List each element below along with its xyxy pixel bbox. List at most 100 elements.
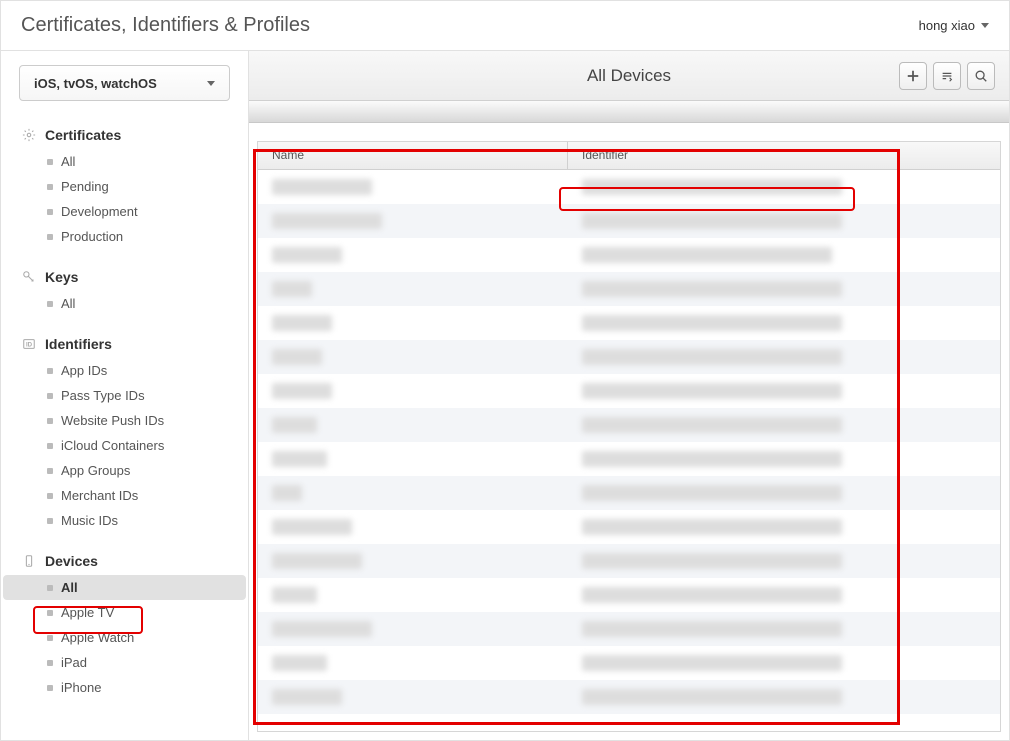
sidebar-item-label: Pass Type IDs — [61, 388, 145, 403]
cell-name — [258, 485, 568, 501]
sidebar-item-app-ids[interactable]: App IDs — [3, 358, 246, 383]
cell-identifier — [568, 315, 1000, 331]
bullet-icon — [47, 301, 53, 307]
section-header-keys[interactable]: Keys — [1, 263, 248, 291]
cell-name — [258, 587, 568, 603]
table-row[interactable] — [258, 612, 1000, 646]
table-row[interactable] — [258, 340, 1000, 374]
cell-name — [258, 417, 568, 433]
section-header-identifiers[interactable]: ID Identifiers — [1, 330, 248, 358]
bullet-icon — [47, 443, 53, 449]
platform-select[interactable]: iOS, tvOS, watchOS — [19, 65, 230, 101]
sidebar-item-label: iCloud Containers — [61, 438, 164, 453]
sidebar-item-all[interactable]: All — [3, 291, 246, 316]
sidebar-item-all[interactable]: All — [3, 149, 246, 174]
sidebar-item-merchant-ids[interactable]: Merchant IDs — [3, 483, 246, 508]
table-row[interactable] — [258, 442, 1000, 476]
table-row[interactable] — [258, 306, 1000, 340]
bullet-icon — [47, 468, 53, 474]
table-body[interactable] — [258, 170, 1000, 731]
cell-name — [258, 349, 568, 365]
sidebar-item-production[interactable]: Production — [3, 224, 246, 249]
search-icon — [974, 69, 988, 83]
sidebar-item-apple-watch[interactable]: Apple Watch — [3, 625, 246, 650]
sidebar-item-label: Development — [61, 204, 138, 219]
gear-icon — [21, 127, 37, 143]
table-row[interactable] — [258, 204, 1000, 238]
cell-name — [258, 247, 568, 263]
sidebar-item-iphone[interactable]: iPhone — [3, 675, 246, 700]
table-row[interactable] — [258, 408, 1000, 442]
cell-identifier — [568, 247, 1000, 263]
search-button[interactable] — [967, 62, 995, 90]
bullet-icon — [47, 685, 53, 691]
table-row[interactable] — [258, 476, 1000, 510]
col-identifier[interactable]: Identifier — [568, 142, 1000, 169]
toolbar-spacer — [249, 101, 1009, 123]
bullet-icon — [47, 610, 53, 616]
devices-table: Name Identifier — [257, 141, 1001, 732]
cell-identifier — [568, 485, 1000, 501]
sidebar-item-all[interactable]: All — [3, 575, 246, 600]
sidebar-item-label: All — [61, 580, 78, 595]
cell-identifier — [568, 213, 1000, 229]
bullet-icon — [47, 209, 53, 215]
cell-name — [258, 281, 568, 297]
sidebar-item-apple-tv[interactable]: Apple TV — [3, 600, 246, 625]
table-row[interactable] — [258, 238, 1000, 272]
sidebar-item-label: Pending — [61, 179, 109, 194]
section-header-certificates[interactable]: Certificates — [1, 121, 248, 149]
caret-down-icon — [207, 81, 215, 86]
sidebar-item-website-push-ids[interactable]: Website Push IDs — [3, 408, 246, 433]
cell-identifier — [568, 451, 1000, 467]
edit-button[interactable] — [933, 62, 961, 90]
cell-identifier — [568, 179, 1000, 195]
cell-identifier — [568, 349, 1000, 365]
sidebar-item-label: Apple Watch — [61, 630, 134, 645]
bullet-icon — [47, 585, 53, 591]
sidebar-item-icloud-containers[interactable]: iCloud Containers — [3, 433, 246, 458]
cell-name — [258, 451, 568, 467]
cell-identifier — [568, 519, 1000, 535]
header-actions — [899, 62, 995, 90]
table-row[interactable] — [258, 544, 1000, 578]
sidebar-item-label: Apple TV — [61, 605, 114, 620]
svg-text:ID: ID — [26, 342, 33, 349]
table-row[interactable] — [258, 680, 1000, 714]
cell-identifier — [568, 621, 1000, 637]
sidebar-item-ipad[interactable]: iPad — [3, 650, 246, 675]
cell-identifier — [568, 553, 1000, 569]
main-content: All Devices Name — [249, 51, 1009, 740]
sidebar-item-development[interactable]: Development — [3, 199, 246, 224]
content-header: All Devices — [249, 51, 1009, 101]
table-row[interactable] — [258, 170, 1000, 204]
sidebar-item-label: App IDs — [61, 363, 107, 378]
table-row[interactable] — [258, 272, 1000, 306]
table-row[interactable] — [258, 374, 1000, 408]
id-icon: ID — [21, 336, 37, 352]
table-area: Name Identifier — [249, 123, 1009, 740]
cell-name — [258, 553, 568, 569]
cell-name — [258, 213, 568, 229]
col-name[interactable]: Name — [258, 142, 568, 169]
sidebar-item-label: Music IDs — [61, 513, 118, 528]
table-row[interactable] — [258, 510, 1000, 544]
add-button[interactable] — [899, 62, 927, 90]
section-title: Identifiers — [45, 336, 112, 352]
plus-icon — [906, 69, 920, 83]
bullet-icon — [47, 518, 53, 524]
key-icon — [21, 269, 37, 285]
table-row[interactable] — [258, 578, 1000, 612]
sidebar-item-app-groups[interactable]: App Groups — [3, 458, 246, 483]
table-row[interactable] — [258, 646, 1000, 680]
sidebar-item-music-ids[interactable]: Music IDs — [3, 508, 246, 533]
bullet-icon — [47, 635, 53, 641]
cell-name — [258, 383, 568, 399]
section-header-devices[interactable]: Devices — [1, 547, 248, 575]
account-menu[interactable]: hong xiao — [919, 18, 989, 33]
sidebar-item-pending[interactable]: Pending — [3, 174, 246, 199]
sidebar-item-label: All — [61, 154, 75, 169]
sidebar-item-pass-type-ids[interactable]: Pass Type IDs — [3, 383, 246, 408]
sidebar-item-label: Merchant IDs — [61, 488, 138, 503]
sidebar-item-label: All — [61, 296, 75, 311]
